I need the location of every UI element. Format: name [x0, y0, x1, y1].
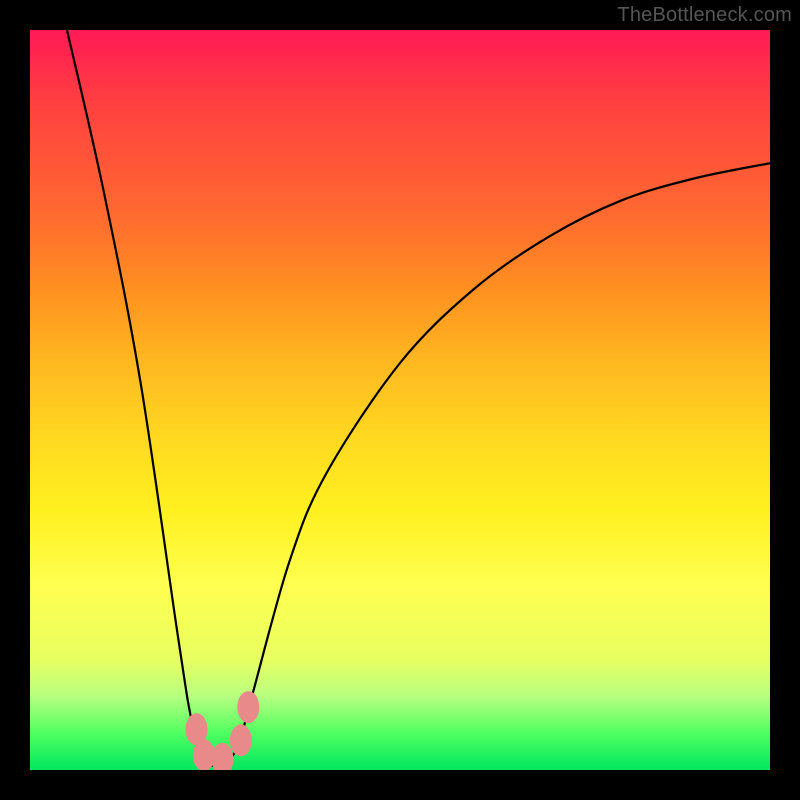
bottleneck-curve-svg: [30, 30, 770, 770]
marker-group: [186, 691, 260, 770]
chart-plot-area: [30, 30, 770, 770]
curve-marker: [211, 743, 233, 770]
curve-marker: [237, 691, 259, 723]
curve-marker: [230, 724, 252, 756]
watermark-text: TheBottleneck.com: [617, 4, 792, 27]
curve-marker: [193, 739, 215, 770]
bottleneck-curve-path: [67, 30, 770, 766]
